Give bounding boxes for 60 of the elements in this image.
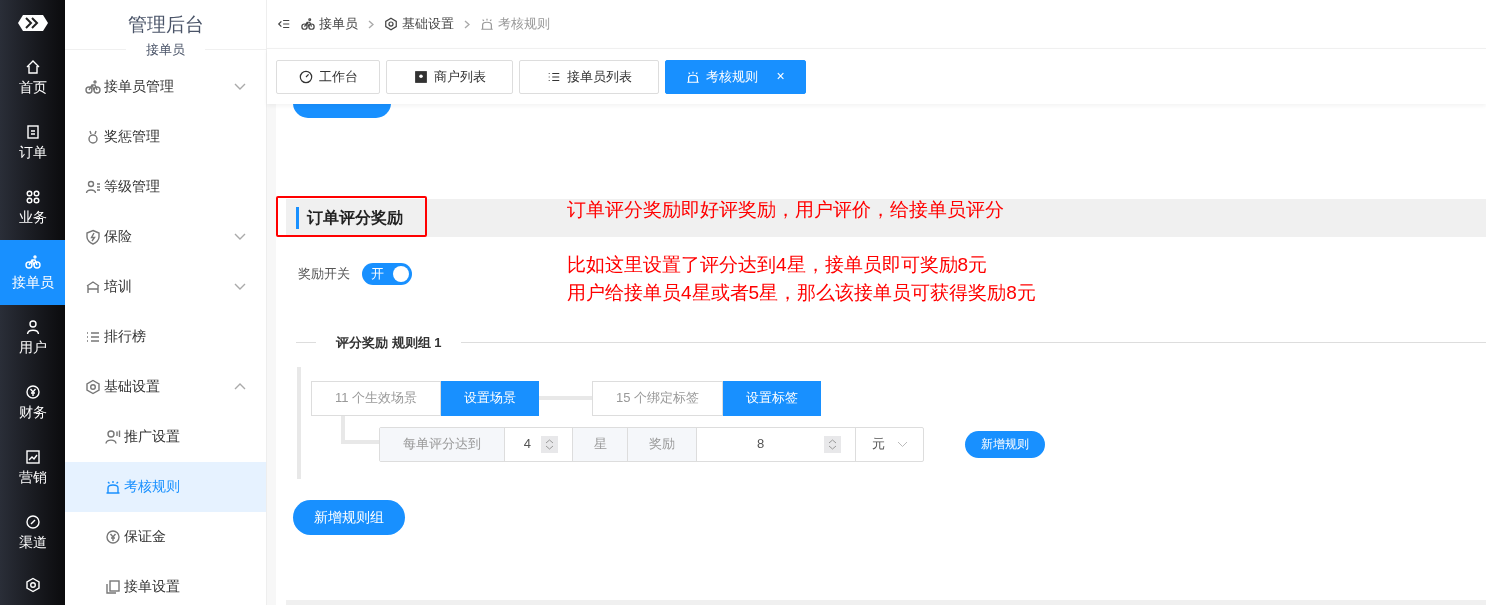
medal-icon bbox=[85, 128, 101, 145]
link-icon bbox=[24, 514, 41, 530]
breadcrumb-item[interactable]: 接单员 bbox=[301, 14, 358, 34]
rail-item[interactable]: 营销 bbox=[0, 435, 65, 500]
menu-item[interactable]: 基础设置 bbox=[65, 361, 266, 412]
siren-icon bbox=[105, 478, 121, 495]
logo-icon bbox=[17, 14, 48, 31]
menu-item[interactable]: 保险 bbox=[65, 211, 266, 262]
breadcrumb-item: 考核规则 bbox=[480, 14, 550, 34]
rail-item[interactable]: 用户 bbox=[0, 305, 65, 370]
contact-card-icon bbox=[413, 69, 428, 84]
menu-item[interactable]: 奖惩管理 bbox=[65, 111, 266, 162]
chevron-right-icon bbox=[464, 19, 470, 29]
gauge-icon bbox=[298, 69, 313, 84]
shield-icon bbox=[85, 228, 101, 245]
yuan-coin-icon bbox=[105, 528, 121, 545]
siren-icon bbox=[686, 69, 701, 84]
section-title: 订单评分奖励 bbox=[307, 208, 403, 228]
chevron-right-icon bbox=[368, 19, 374, 29]
menu-item[interactable]: 接单设置 bbox=[65, 561, 266, 605]
bicycle-icon bbox=[85, 78, 101, 95]
breadcrumb-item[interactable]: 基础设置 bbox=[384, 14, 454, 34]
rail-item[interactable]: 财务 bbox=[0, 370, 65, 435]
annotation-text: 订单评分奖励即好评奖励，用户评价，给接单员评分 bbox=[567, 198, 1004, 222]
rail-item[interactable]: 首页 bbox=[0, 45, 65, 110]
siren-icon bbox=[480, 17, 494, 31]
menu-item[interactable]: 接单员管理 bbox=[65, 61, 266, 112]
user-icon bbox=[24, 319, 41, 335]
menu-item[interactable]: 推广设置 bbox=[65, 411, 266, 462]
menu-item[interactable]: 等级管理 bbox=[65, 161, 266, 212]
bicycle-icon bbox=[24, 254, 41, 270]
command-icon bbox=[24, 189, 41, 205]
user-list-icon bbox=[85, 178, 101, 195]
rule-group-title: 评分奖励 规则组 1 bbox=[335, 334, 443, 352]
settings-icon bbox=[24, 577, 41, 593]
tab[interactable]: 商户列表 bbox=[386, 59, 513, 94]
user-signal-icon bbox=[105, 428, 121, 445]
yuan-coin-icon bbox=[24, 384, 41, 400]
building-icon bbox=[85, 278, 101, 295]
annotation-text: 用户给接单员4星或者5星，那么该接单员可获得奖励8元 bbox=[567, 281, 1036, 305]
bicycle-icon bbox=[301, 17, 315, 31]
collapse-menu-icon bbox=[277, 17, 291, 31]
tab[interactable]: 工作台 bbox=[276, 59, 380, 94]
annotation-text: 比如这里设置了评分达到4星，接单员即可奖励8元 bbox=[567, 253, 988, 277]
switch-label: 奖励开关 bbox=[298, 265, 350, 284]
home-icon bbox=[24, 59, 41, 75]
document-icon bbox=[24, 124, 41, 140]
rail-item[interactable]: 订单 bbox=[0, 110, 65, 175]
app-title: 管理后台 bbox=[127, 13, 204, 37]
copy-icon bbox=[105, 578, 121, 595]
rail-item[interactable]: 渠道 bbox=[0, 500, 65, 565]
section-subtitle: 接单员 bbox=[145, 41, 186, 59]
menu-item[interactable]: 排行榜 bbox=[65, 311, 266, 362]
chart-icon bbox=[24, 449, 41, 465]
tab[interactable]: 接单员列表 bbox=[519, 59, 659, 94]
settings-icon bbox=[85, 378, 101, 395]
rail-item[interactable]: 业务 bbox=[0, 175, 65, 240]
menu-item[interactable]: 保证金 bbox=[65, 511, 266, 562]
settings-icon bbox=[384, 17, 398, 31]
menu-item[interactable]: 培训 bbox=[65, 261, 266, 312]
